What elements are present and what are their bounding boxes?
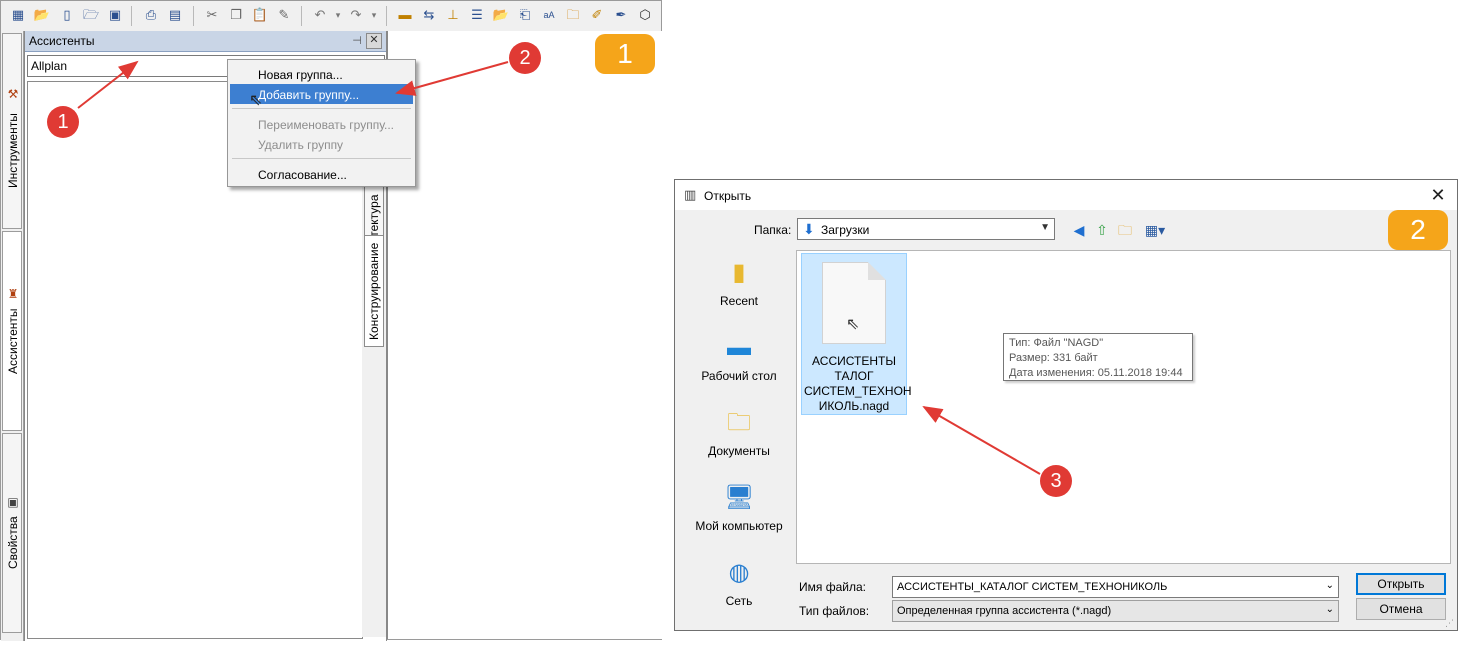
- annotation-arrows: [77, 60, 1041, 475]
- mouse-cursor-icon: ⇖: [249, 92, 263, 109]
- arrow-1: [77, 60, 139, 109]
- arrow-2: [395, 61, 509, 96]
- arrow-3: [922, 405, 1041, 475]
- step-marker-1: 1: [47, 106, 79, 138]
- step-marker-3: 3: [1040, 465, 1072, 497]
- step-marker-2: 2: [509, 42, 541, 74]
